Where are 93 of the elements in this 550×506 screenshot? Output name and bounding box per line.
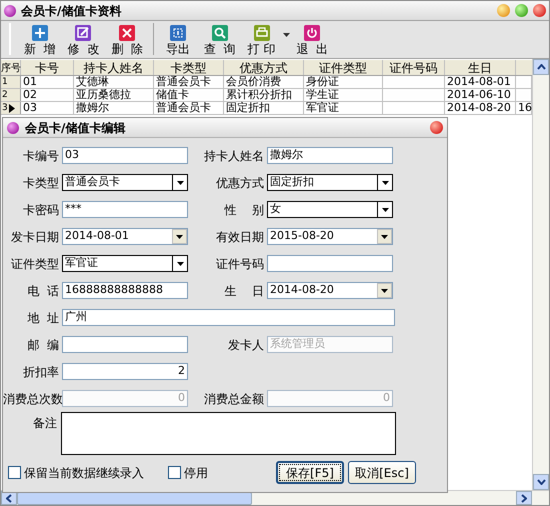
table-cell: 01: [21, 76, 74, 88]
row-indicator[interactable]: 3: [1, 102, 21, 114]
field-label: 消费总金额: [203, 390, 265, 408]
text-field[interactable]: 03: [62, 147, 188, 164]
date-field[interactable]: 2014-08-20: [267, 282, 393, 299]
column-header[interactable]: 生日: [445, 60, 516, 75]
dialog-title: 会员卡/储值卡编辑: [25, 120, 126, 136]
field-label: 电 话: [26, 282, 60, 300]
number-field[interactable]: 2: [62, 363, 188, 380]
dropdown-field[interactable]: 普通会员卡: [62, 174, 188, 191]
field-label: 消费总次数: [3, 390, 62, 408]
close-button[interactable]: [533, 4, 546, 17]
dialog-button[interactable]: 取消[Esc]: [348, 461, 416, 484]
text-field[interactable]: [267, 255, 393, 272]
field-label: 卡编号: [22, 148, 60, 164]
field-label: 折扣率: [22, 364, 60, 380]
field-label: 证件号码: [215, 256, 265, 272]
toolbar-button[interactable]: 查 询: [198, 25, 241, 56]
delete-icon: [119, 25, 136, 41]
toolbar-button[interactable]: 删 除: [106, 25, 148, 56]
column-header[interactable]: 卡号: [21, 60, 74, 75]
date-field[interactable]: 2014-08-01: [62, 228, 188, 245]
field-label: 有效日期: [215, 228, 265, 246]
export-icon: [170, 25, 186, 41]
table-cell: 艾德琳: [74, 76, 154, 88]
date-field[interactable]: 2015-08-20: [267, 228, 393, 245]
field-label: 发卡日期: [10, 228, 60, 246]
toolbar-button[interactable]: 修 改: [62, 25, 104, 56]
text-field[interactable]: [62, 336, 188, 353]
printer-icon: [254, 25, 270, 41]
table-cell: 2014-08-01: [445, 76, 516, 88]
toolbar-button[interactable]: 打 印: [242, 25, 281, 56]
app-orb-icon: [4, 4, 16, 16]
table-cell: 军官证: [304, 102, 383, 114]
field-label: 持卡人姓名: [203, 148, 265, 164]
table-cell: 累计积分折扣: [224, 89, 304, 101]
remark-field[interactable]: [61, 412, 396, 455]
column-header[interactable]: 证件号码: [383, 60, 445, 75]
power-icon: [304, 25, 320, 41]
table-cell: 学生证: [304, 89, 383, 101]
dialog-button[interactable]: 保存[F5]: [276, 461, 344, 484]
field-label: 发卡人: [227, 336, 265, 354]
field-label: 地 址: [26, 310, 60, 326]
field-label: 卡密码: [22, 202, 60, 218]
field-label: 邮 编: [26, 336, 60, 354]
field-label: 卡类型: [22, 174, 60, 192]
table-cell: 普通会员卡: [154, 102, 224, 114]
column-header[interactable]: 序号: [1, 60, 21, 75]
field-label: 生 日: [224, 282, 265, 300]
table-cell: 固定折扣: [224, 102, 304, 114]
table-cell: 亚历桑德拉: [74, 89, 154, 101]
close-button[interactable]: [430, 121, 443, 134]
table-cell: 普通会员卡: [154, 76, 224, 88]
column-header[interactable]: 卡类型: [154, 60, 224, 75]
window-title: 会员卡/储值卡资料: [21, 2, 122, 20]
table-cell: 2014-08-20: [445, 102, 516, 114]
table-cell: 03: [21, 102, 74, 114]
column-header[interactable]: 优惠方式: [224, 60, 304, 75]
field-label: 证件类型: [10, 256, 60, 272]
field-label: 性 别: [223, 202, 265, 218]
toolbar-button[interactable]: 新 增: [19, 25, 61, 56]
table-cell: 撒姆尔: [74, 102, 154, 114]
table-cell: 身份证: [304, 76, 383, 88]
text-field[interactable]: 16888888888888: [62, 282, 188, 299]
dropdown-field[interactable]: 固定折扣: [267, 174, 393, 191]
table-cell: 储值卡: [154, 89, 224, 101]
toolbar-button[interactable]: 退 出: [292, 25, 334, 56]
text-field[interactable]: 撒姆尔: [267, 147, 393, 164]
scroll-up-icon[interactable]: [533, 59, 549, 75]
field-label: 备注: [32, 415, 58, 432]
table-cell: 会员价消费: [224, 76, 304, 88]
dropdown-field[interactable]: 女: [267, 201, 393, 218]
table-cell: 02: [21, 89, 74, 101]
dropdown-caret-icon[interactable]: [282, 32, 290, 36]
checkbox[interactable]: 保留当前数据继续录入: [8, 464, 144, 482]
dropdown-field[interactable]: 军官证: [62, 255, 188, 272]
add-icon: [32, 25, 48, 41]
table-cell: 2014-06-10: [445, 89, 516, 101]
scroll-down-icon[interactable]: [533, 474, 549, 490]
checkbox[interactable]: 停用: [168, 464, 208, 482]
edit-icon: [75, 25, 92, 41]
scroll-right-icon[interactable]: [516, 491, 532, 505]
vertical-scrollbar[interactable]: [532, 59, 549, 490]
column-header[interactable]: 持卡人姓名: [74, 60, 154, 75]
text-field[interactable]: ***: [62, 201, 188, 218]
toolbar-button[interactable]: 导出: [158, 25, 197, 56]
row-indicator[interactable]: 2: [1, 89, 21, 101]
column-header[interactable]: 证件类型: [304, 60, 383, 75]
field-label: 优惠方式: [215, 174, 265, 192]
text-field[interactable]: 广州: [62, 309, 395, 326]
row-indicator[interactable]: 1: [1, 76, 21, 88]
app-orb-icon: [7, 122, 19, 134]
search-icon: [212, 25, 228, 41]
